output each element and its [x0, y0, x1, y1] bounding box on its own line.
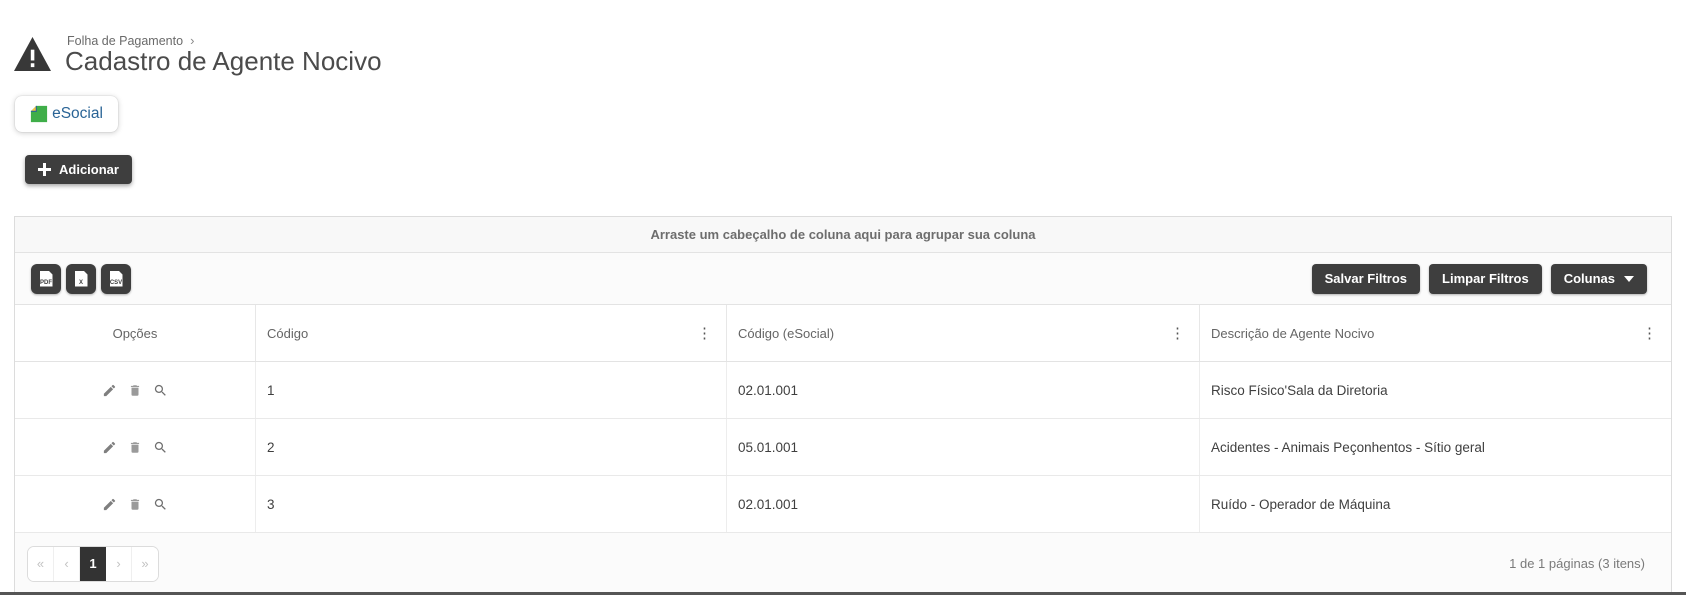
column-header-options-label: Opções [112, 325, 158, 341]
export-pdf-button[interactable]: PDF [31, 263, 61, 294]
add-button[interactable]: Adicionar [25, 155, 132, 184]
column-menu-icon[interactable]: ⋮ [1167, 324, 1188, 343]
plus-icon [38, 163, 51, 176]
save-filters-label: Salvar Filtros [1324, 271, 1408, 286]
column-header-description[interactable]: Descrição de Agente Nocivo ⋮ [1199, 305, 1671, 361]
columns-button[interactable]: Colunas [1550, 263, 1647, 294]
cell-code: 3 [255, 476, 726, 532]
page: Folha de Pagamento › Cadastro de Agente … [0, 0, 1686, 599]
view-magnifier-icon[interactable] [153, 497, 168, 512]
grid-toolbar: PDF X CSV Salvar Filtros Limpar Filtros … [15, 253, 1671, 305]
first-page-button[interactable]: « [28, 546, 54, 581]
column-menu-icon[interactable]: ⋮ [1639, 324, 1660, 343]
delete-trash-icon[interactable] [128, 383, 142, 398]
column-header-code[interactable]: Código ⋮ [255, 305, 726, 361]
row-actions [15, 419, 255, 475]
excel-file-icon: X [74, 270, 88, 287]
chevron-down-icon [1624, 275, 1634, 282]
row-actions [15, 476, 255, 532]
export-csv-button[interactable]: CSV [101, 263, 131, 294]
current-page-button[interactable]: 1 [80, 546, 106, 581]
esocial-button[interactable]: eSocial [15, 96, 118, 132]
column-header-code-esocial-label: Código (eSocial) [738, 325, 835, 341]
delete-trash-icon[interactable] [128, 497, 142, 512]
bottom-divider [0, 592, 1686, 595]
clear-filters-label: Limpar Filtros [1442, 271, 1529, 286]
table-row: 3 02.01.001 Ruído - Operador de Máquina [15, 476, 1671, 533]
column-header-description-label: Descrição de Agente Nocivo [1211, 325, 1375, 341]
cell-code: 2 [255, 419, 726, 475]
next-page-button[interactable]: › [106, 546, 132, 581]
last-page-button[interactable]: » [132, 546, 158, 581]
excel-file-label: X [78, 279, 83, 286]
data-grid: Arraste um cabeçalho de coluna aqui para… [14, 216, 1672, 595]
column-menu-icon[interactable]: ⋮ [694, 324, 715, 343]
delete-trash-icon[interactable] [128, 440, 142, 455]
csv-file-label: CSV [109, 279, 123, 286]
edit-pencil-icon[interactable] [102, 383, 117, 398]
export-buttons: PDF X CSV [31, 263, 131, 294]
cell-code-esocial: 02.01.001 [726, 362, 1199, 418]
cell-code-esocial: 02.01.001 [726, 476, 1199, 532]
cell-description: Risco Físico'Sala da Diretoria [1199, 362, 1671, 418]
column-header-code-esocial[interactable]: Código (eSocial) ⋮ [726, 305, 1199, 361]
cell-code: 1 [255, 362, 726, 418]
pdf-file-label: PDF [40, 279, 52, 286]
table-row: 1 02.01.001 Risco Físico'Sala da Diretor… [15, 362, 1671, 419]
view-magnifier-icon[interactable] [153, 383, 168, 398]
filter-buttons: Salvar Filtros Limpar Filtros Colunas [1311, 263, 1647, 294]
add-button-label: Adicionar [59, 162, 119, 177]
edit-pencil-icon[interactable] [102, 440, 117, 455]
view-magnifier-icon[interactable] [153, 440, 168, 455]
clear-filters-button[interactable]: Limpar Filtros [1429, 263, 1542, 294]
pager-row: « ‹ 1 › » 1 de 1 páginas (3 itens) [15, 533, 1671, 594]
cell-description: Ruído - Operador de Máquina [1199, 476, 1671, 532]
save-filters-button[interactable]: Salvar Filtros [1311, 263, 1421, 294]
pagination: « ‹ 1 › » [27, 545, 159, 582]
columns-button-label: Colunas [1563, 271, 1615, 286]
pdf-file-icon: PDF [39, 270, 53, 287]
pager-summary: 1 de 1 páginas (3 itens) [1509, 556, 1645, 571]
table-row: 2 05.01.001 Acidentes - Animais Peçonhen… [15, 419, 1671, 476]
page-title: Cadastro de Agente Nocivo [65, 46, 382, 76]
esocial-icon [30, 105, 48, 123]
esocial-label: eSocial [52, 105, 103, 122]
row-actions [15, 362, 255, 418]
export-excel-button[interactable]: X [66, 263, 96, 294]
column-header-options: Opções [15, 305, 255, 361]
warning-triangle-icon [14, 37, 51, 76]
column-header-code-label: Código [267, 325, 309, 341]
previous-page-button[interactable]: ‹ [54, 546, 80, 581]
cell-description: Acidentes - Animais Peçonhentos - Sítio … [1199, 419, 1671, 475]
csv-file-icon: CSV [109, 270, 123, 287]
table-header-row: Opções Código ⋮ Código (eSocial) ⋮ Descr… [15, 305, 1671, 362]
edit-pencil-icon[interactable] [102, 497, 117, 512]
cell-code-esocial: 05.01.001 [726, 419, 1199, 475]
group-hint-text: Arraste um cabeçalho de coluna aqui para… [650, 227, 1036, 242]
group-drop-zone[interactable]: Arraste um cabeçalho de coluna aqui para… [15, 217, 1671, 253]
